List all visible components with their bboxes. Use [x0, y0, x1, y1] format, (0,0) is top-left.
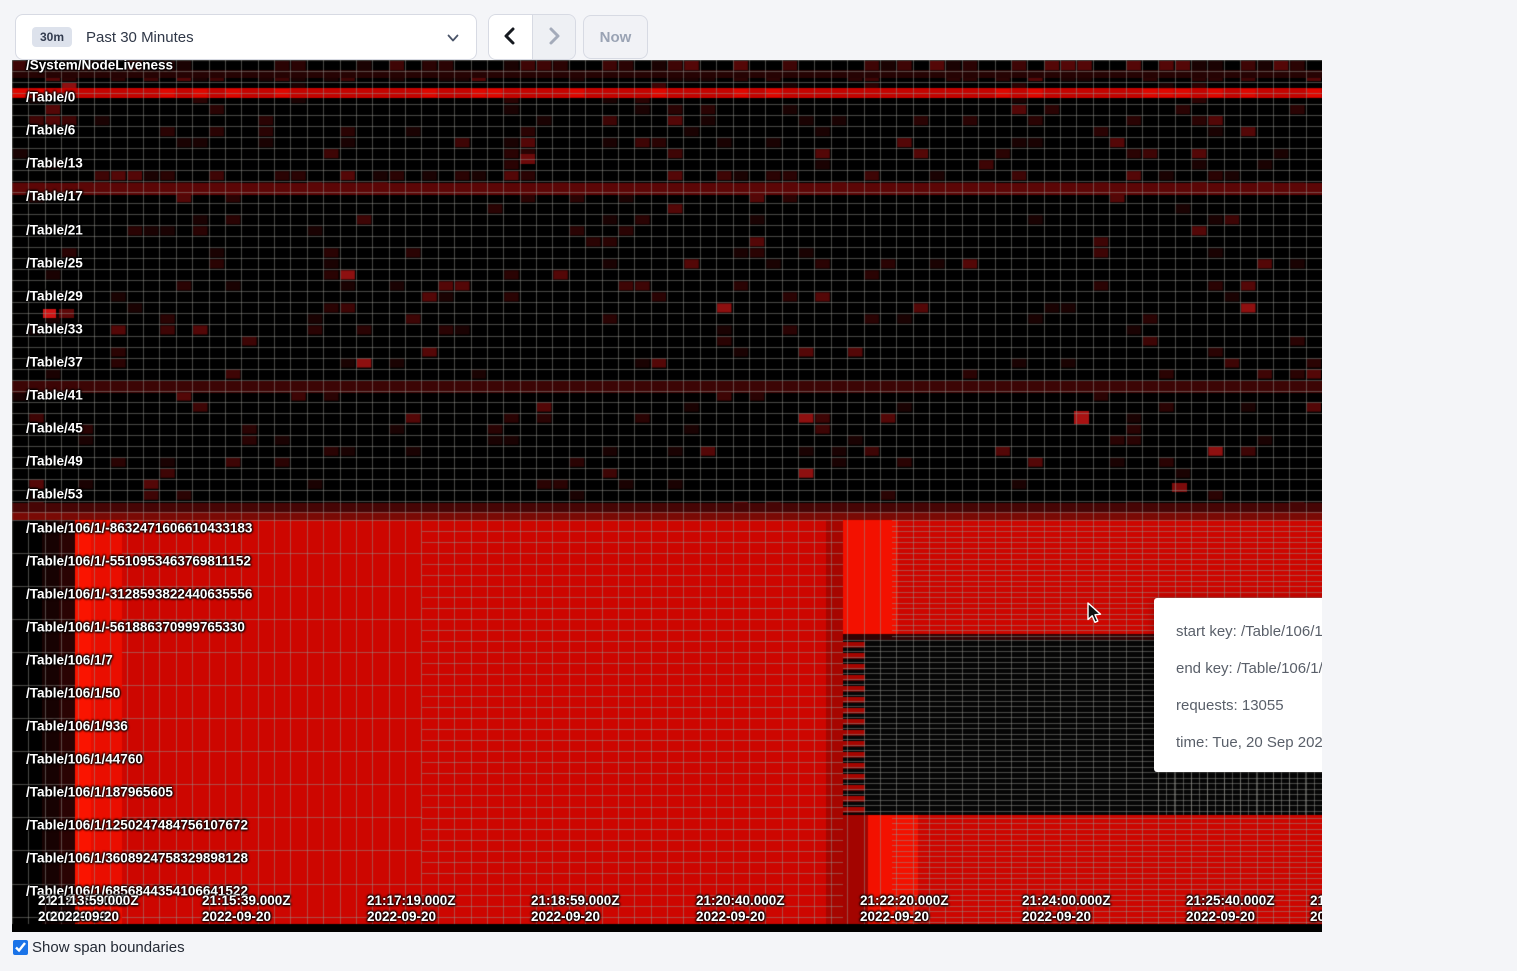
show-span-boundaries: Show span boundaries — [13, 939, 185, 956]
show-span-boundaries-label: Show span boundaries — [32, 939, 185, 956]
next-button[interactable] — [532, 15, 576, 59]
tooltip-end-key: end key: /Table/106/1/-18683814745282642… — [1176, 658, 1322, 680]
tooltip-time: time: Tue, 20 Sep 2022 21:24:40 GMT — [1176, 732, 1322, 754]
chevron-left-icon — [501, 26, 519, 49]
key-visualizer: /System/NodeLiveness/Table/0/Table/6/Tab… — [12, 60, 1322, 932]
time-window-label: Past 30 Minutes — [86, 29, 194, 46]
chevron-right-icon — [545, 26, 563, 49]
toolbar: 30m Past 30 Minutes Now — [0, 0, 1517, 60]
chevron-down-icon — [446, 31, 460, 50]
now-button[interactable]: Now — [583, 15, 648, 59]
tooltip-start-key: start key: /Table/106/1/-247433150824388… — [1176, 621, 1322, 643]
hover-tooltip: start key: /Table/106/1/-247433150824388… — [1154, 598, 1322, 772]
time-nav-group — [488, 14, 576, 60]
time-window-dropdown[interactable]: 30m Past 30 Minutes — [15, 14, 477, 60]
show-span-boundaries-checkbox[interactable] — [13, 940, 28, 955]
heatmap-canvas[interactable] — [12, 60, 1322, 932]
tooltip-requests: requests: 13055 — [1176, 695, 1322, 717]
prev-button[interactable] — [489, 15, 532, 59]
time-window-badge: 30m — [32, 27, 72, 47]
